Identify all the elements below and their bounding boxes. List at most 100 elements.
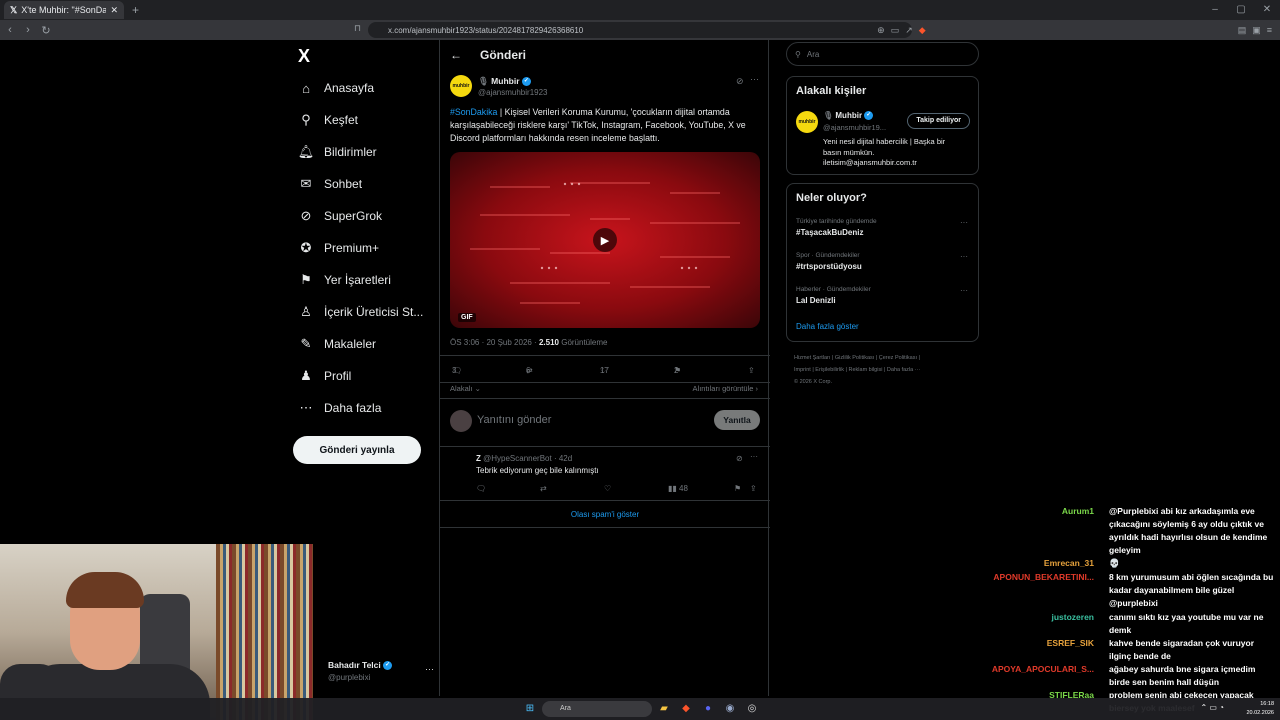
hashtag-link[interactable]: #SonDakika [450, 107, 497, 117]
sort-relevance-dropdown[interactable]: Alakalı ⌄ [450, 384, 481, 393]
repost-icon[interactable]: ⇄ [540, 484, 547, 493]
footer-link-row[interactable]: Imprint | Erişilebilirlik | Reklam bilgi… [794, 364, 974, 376]
more-options-icon[interactable]: ··· [960, 286, 968, 295]
reply-icon[interactable]: 🗨︎ [476, 484, 486, 493]
post-button[interactable]: Gönderi yayınla [293, 436, 421, 464]
author-name: Muhbir [491, 76, 520, 86]
trend-item[interactable]: #trtsporstüdyosu [796, 262, 862, 271]
chat-text: kahve bende sigaradan çok vuruyor ilginç… [1109, 638, 1255, 661]
cast-icon[interactable]: ▭ [891, 25, 900, 36]
more-options-icon[interactable]: ··· [425, 664, 434, 674]
bookmark-icon[interactable]: ⚑ [734, 484, 741, 493]
maximize-icon[interactable]: ▢ [1228, 0, 1254, 20]
menu-icon[interactable]: ≡ [1267, 25, 1272, 35]
new-tab-icon[interactable]: + [132, 3, 139, 17]
person-avatar[interactable]: muhbir [796, 111, 818, 133]
clock-date: 20.02.2026 [1246, 710, 1274, 716]
reply-button[interactable]: Yanıtla [714, 410, 760, 430]
author-avatar[interactable]: muhbir [450, 75, 472, 97]
browser-tab[interactable]: 𝕏 X'te Muhbir: "#SonDakika | K ✕ [4, 1, 124, 19]
show-spam-link[interactable]: Olası spam'i göster [440, 510, 770, 519]
bookmark-icon: ⚑ [300, 272, 312, 287]
reply-name: Z [476, 454, 481, 463]
chat-message: APOYA_APOCULARI_S... ağabey sahurda bne … [990, 663, 1280, 689]
premium-icon: ✪ [300, 240, 312, 255]
nav-item-supergrok[interactable]: ⊘ SuperGrok [298, 204, 438, 228]
zoom-icon[interactable]: ⊕ [877, 25, 885, 36]
play-icon[interactable]: ▶ [593, 228, 617, 252]
trend-item[interactable]: #TaşacakBuDeniz [796, 228, 863, 237]
grok-icon[interactable]: ⊘ [736, 454, 743, 463]
view-quotes-link[interactable]: Alıntıları görüntüle › [693, 384, 758, 393]
chat-text: 8 km yurumusum abi öğlen sıcağında bu ka… [1109, 572, 1274, 608]
obs-icon[interactable]: ◎ [744, 701, 760, 717]
more-options-icon[interactable]: ··· [750, 74, 759, 84]
search-input[interactable]: ⚲ Ara [786, 42, 979, 66]
chat-username: justozeren [1051, 612, 1094, 622]
close-tab-icon[interactable]: ✕ [110, 5, 118, 16]
following-button[interactable]: Takip ediliyor [907, 113, 970, 129]
chat-message: ESREF_SIK kahve bende sigaradan çok vuru… [990, 637, 1280, 663]
minimize-icon[interactable]: – [1202, 0, 1228, 20]
url-text: x.com/ajansmuhbir1923/status/20248178294… [388, 25, 584, 35]
bell-icon: 🔔︎ [298, 144, 315, 159]
windows-start-icon[interactable]: ⊞ [522, 701, 538, 717]
author-name-row[interactable]: 🎙︎ Muhbir ✓ [478, 76, 531, 87]
bookmark-page-icon[interactable]: ⊓ [354, 23, 361, 34]
grok-icon[interactable]: ⊘ [736, 76, 744, 87]
nav-item-explore[interactable]: ⚲ Keşfet [298, 108, 438, 132]
share-icon[interactable]: ⇪ [750, 484, 757, 493]
brave-shield-icon[interactable]: ◆ [919, 25, 926, 36]
chat-message: Emrecan_31 💀 [990, 557, 1280, 570]
nav-item-notifications[interactable]: 🔔︎ Bildirimler [298, 140, 438, 164]
nav-item-home[interactable]: ⌂ Anasayfa [298, 76, 438, 100]
nav-item-premium[interactable]: ✪ Premium+ [298, 236, 438, 260]
show-more-link[interactable]: Daha fazla göster [796, 322, 859, 331]
post-media[interactable]: ▶ GIF [450, 152, 760, 328]
close-window-icon[interactable]: ✕ [1254, 0, 1280, 20]
address-bar[interactable]: x.com/ajansmuhbir1923/status/20248178294… [368, 22, 912, 38]
reload-icon[interactable]: ↻ [38, 24, 54, 37]
footer-link-row[interactable]: Hizmet Şartları | Gizlilik Politikası | … [794, 352, 974, 364]
nav-item-chat[interactable]: ✉ Sohbet [298, 172, 438, 196]
views-action[interactable]: ▮▮ 48 [668, 484, 688, 493]
views-icon: ▮▮ [668, 484, 677, 493]
reply-author[interactable]: Z @HypeScannerBot · 42d [476, 454, 572, 463]
heart-icon[interactable]: ♡ [604, 484, 611, 493]
steam-icon[interactable]: ◉ [722, 701, 738, 717]
nav-label: Bildirimler [324, 145, 377, 159]
share-icon[interactable]: ↗ [905, 25, 913, 36]
nav-item-more[interactable]: ⋯ Daha fazla [298, 396, 438, 420]
person-name-row[interactable]: 🎙︎ Muhbir ✓ [823, 111, 874, 121]
bio-email[interactable]: iletisim@ajansmuhbir.com.tr [823, 158, 945, 169]
nav-item-creator-studio[interactable]: ♙ İçerik Üreticisi St... [298, 300, 438, 324]
reply-input[interactable]: Yanıtını gönder [477, 414, 551, 426]
stream-chat-overlay: Aurum1 @Purplebixi abi kız arkadaşımla e… [990, 504, 1280, 720]
back-arrow-icon[interactable]: ← [450, 48, 462, 62]
creator-icon: ♙ [300, 304, 312, 319]
more-options-icon[interactable]: ··· [960, 218, 968, 227]
x-logo[interactable]: X [298, 46, 310, 67]
wallet-icon[interactable]: ▣ [1252, 25, 1261, 36]
back-nav-icon[interactable]: ‹ [2, 24, 18, 36]
system-tray-icons[interactable]: ⌃ ▭ ◔ [1200, 703, 1224, 712]
profile-icon: ♟ [300, 368, 312, 383]
nav-item-articles[interactable]: ✎ Makaleler [298, 332, 438, 356]
file-explorer-icon[interactable]: ▰ [656, 701, 672, 717]
account-switcher[interactable]: Bahadır Telci ✓ @purplebixi ··· [328, 658, 438, 688]
nav-label: İçerik Üreticisi St... [324, 305, 424, 319]
brave-browser-icon[interactable]: ◆ [678, 701, 694, 717]
taskbar-search[interactable]: Ara [542, 701, 652, 717]
trend-item[interactable]: Lal Denizli [796, 296, 836, 305]
nav-item-bookmarks[interactable]: ⚑ Yer İşaretleri [298, 268, 438, 292]
forward-nav-icon[interactable]: › [20, 24, 36, 36]
card-title: Alakalı kişiler [796, 85, 867, 97]
more-options-icon[interactable]: ··· [750, 452, 758, 461]
clock[interactable]: 16:18 20.02.2026 [1246, 700, 1274, 718]
discord-icon[interactable]: ● [700, 701, 716, 717]
sidebar-toggle-icon[interactable]: ▤ [1238, 25, 1247, 36]
nav-item-profile[interactable]: ♟ Profil [298, 364, 438, 388]
streamer-hair-graphic [66, 572, 144, 608]
share-icon[interactable]: ⇪ [748, 366, 755, 375]
more-options-icon[interactable]: ··· [960, 252, 968, 261]
